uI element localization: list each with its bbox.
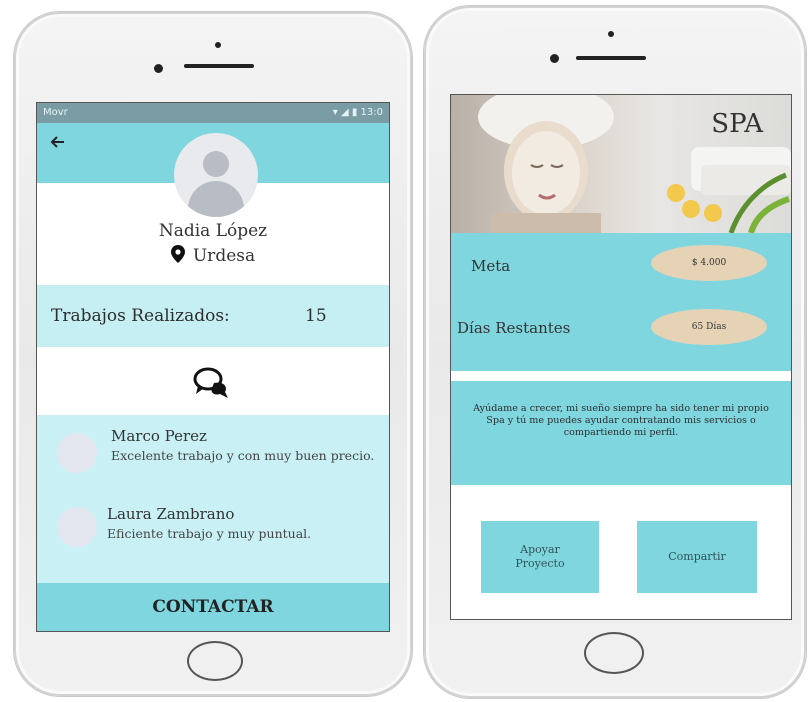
reviewer-name: Marco Perez [111,427,207,445]
profile-location: Urdesa [37,245,389,266]
jobs-done-label: Trabajos Realizados: [51,306,230,326]
goal-label: Meta [471,257,511,275]
share-button[interactable]: Compartir [637,521,757,593]
goal-value: $ 4.000 [691,258,727,268]
days-value: 65 Días [691,322,727,332]
spa-hero-image: SPA [451,95,791,233]
sensor-dot [215,42,221,48]
sensor-dot [608,31,614,37]
days-label: Días Restantes [457,319,571,337]
review-avatar [57,433,97,473]
back-button[interactable] [49,133,71,155]
left-screen: Movr ▾ ◢ ▮ 13:0 Nadia López Urdesa Traba… [36,102,390,632]
avatar[interactable] [174,133,258,217]
support-project-label: Apoyar Proyecto [515,542,565,570]
right-screen: SPA Meta $ 4.000 Días Restantes 65 Días … [450,94,792,620]
status-bar: Movr ▾ ◢ ▮ 13:0 [37,103,389,123]
days-value-pill: 65 Días [651,309,767,345]
support-project-button[interactable]: Apoyar Proyecto [481,521,599,593]
reviewer-name: Laura Zambrano [107,505,235,523]
goal-value-pill: $ 4.000 [651,245,767,281]
location-label: Urdesa [192,246,256,266]
map-pin-icon [170,245,185,263]
contact-button[interactable]: CONTACTAR [37,583,389,631]
share-label: Compartir [668,549,726,563]
home-button[interactable] [584,632,644,674]
review-text: Excelente trabajo y con muy buen precio. [111,448,375,463]
front-camera [154,64,163,73]
front-camera [550,54,559,63]
chat-button[interactable] [192,365,232,401]
review-avatar [57,507,97,547]
earpiece-speaker [576,56,646,60]
profile-name: Nadia López [158,221,268,241]
carrier-label: Movr [43,107,68,118]
contact-button-label: CONTACTAR [152,597,274,617]
left-phone: Movr ▾ ◢ ▮ 13:0 Nadia López Urdesa Traba… [14,12,412,696]
review-text: Eficiente trabajo y muy puntual. [107,526,312,541]
description-box: Ayúdame a crecer, mi sueño siempre ha si… [451,381,791,485]
chat-bubbles-icon [193,367,228,398]
description-text: Ayúdame a crecer, mi sueño siempre ha si… [473,403,769,438]
hero-title: SPA [711,109,763,139]
arrow-left-icon [50,136,64,148]
jobs-done-value: 15 [305,306,327,326]
earpiece-speaker [184,64,254,68]
right-phone: SPA Meta $ 4.000 Días Restantes 65 Días … [424,6,806,698]
home-button[interactable] [187,641,243,681]
status-indicators: ▾ ◢ ▮ 13:0 [332,107,383,118]
